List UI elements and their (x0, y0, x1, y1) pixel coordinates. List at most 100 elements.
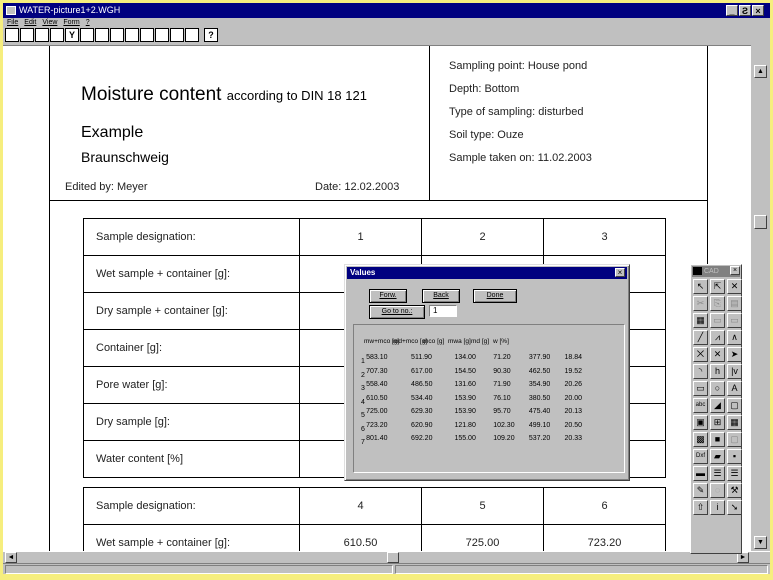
zoom-out-icon[interactable] (110, 28, 124, 42)
folder-icon[interactable]: ▰ (710, 449, 725, 464)
window-icon[interactable] (125, 28, 139, 42)
grid-table-icon[interactable]: ⊞ (710, 415, 725, 430)
table-cell[interactable]: 725.00 (421, 524, 544, 551)
save-icon[interactable] (35, 28, 49, 42)
menu-help[interactable]: ? (86, 18, 90, 28)
preview-icon[interactable] (80, 28, 94, 42)
table-icon[interactable]: ▦ (727, 415, 742, 430)
scroll-left-button[interactable]: ◄ (5, 552, 17, 563)
edited-by: Edited by: Meyer (65, 181, 148, 193)
bar-mid-icon[interactable]: ☰ (710, 466, 725, 481)
tools-icon[interactable] (185, 28, 199, 42)
table-cell[interactable]: 4 (299, 487, 422, 525)
info-icon[interactable]: i (710, 500, 725, 515)
hammer-icon[interactable]: ⚒ (727, 483, 742, 498)
row-number: 7 (361, 439, 365, 446)
goto-number-input[interactable]: 1 (429, 305, 457, 317)
circle-icon[interactable]: ○ (710, 381, 725, 396)
arc-icon[interactable]: ◝ (693, 364, 708, 379)
table-cell[interactable]: 6 (543, 487, 666, 525)
vertical-scroll-thumb[interactable] (754, 215, 767, 229)
menu-edit[interactable]: Edit (24, 18, 36, 28)
frame-icon[interactable]: ▢ (727, 398, 742, 413)
disabled-icon[interactable]: ▢ (727, 432, 742, 447)
cut-icon[interactable]: ✂ (693, 296, 708, 311)
done-button[interactable]: Done (473, 289, 517, 303)
dxf-icon[interactable]: Dxf (693, 449, 708, 464)
values-dialog: Values × Forw. Back Done Go to no.: 1 mw… (344, 264, 630, 481)
layer-icon[interactable]: ▦ (693, 313, 708, 328)
close-button[interactable]: × (752, 5, 764, 16)
menu-view[interactable]: View (42, 18, 57, 28)
table-cell[interactable]: 3 (543, 218, 666, 256)
status-segment-1 (5, 565, 393, 574)
disabled-shape-icon[interactable]: ◌ (710, 483, 725, 498)
up-icon[interactable]: ⇧ (693, 500, 708, 515)
cross-red-icon[interactable]: ✕ (710, 347, 725, 362)
back-button[interactable]: Back (422, 289, 460, 303)
horizontal-scroll-thumb[interactable] (387, 552, 399, 563)
layer-copy-icon[interactable]: ▭ (710, 313, 725, 328)
help-icon[interactable]: ? (204, 28, 218, 42)
value-cell: 486.50 (411, 381, 433, 388)
curve-icon[interactable]: ∧ (727, 330, 742, 345)
horizontal-scrollbar[interactable]: ◄ ► (3, 551, 770, 563)
delete-icon[interactable]: ✕ (727, 279, 742, 294)
copy-icon[interactable]: ⎘ (710, 296, 725, 311)
menu-form[interactable]: Form (63, 18, 79, 28)
pointer-icon[interactable]: ➘ (727, 500, 742, 515)
zoom-in-icon[interactable] (95, 28, 109, 42)
open-icon[interactable] (20, 28, 34, 42)
dialog-title[interactable]: Values (347, 267, 627, 279)
bar-left-icon[interactable]: ▬ (693, 466, 708, 481)
value-cell: 134.00 (454, 354, 476, 361)
forward-button[interactable]: Forw. (369, 289, 407, 303)
color-icon[interactable]: ▩ (693, 432, 708, 447)
table-cell[interactable]: 2 (421, 218, 544, 256)
row-label: Dry sample + container [g]: (83, 292, 300, 330)
goto-button[interactable]: Go to no.: (369, 305, 425, 319)
scroll-up-button[interactable]: ▲ (754, 65, 767, 78)
paste-icon[interactable]: ▤ (727, 296, 742, 311)
floppy-icon[interactable]: ▪ (727, 449, 742, 464)
grid-icon[interactable] (170, 28, 184, 42)
chart-icon[interactable]: ◢ (710, 398, 725, 413)
image-icon[interactable]: ▣ (693, 415, 708, 430)
cursor-icon[interactable] (140, 28, 154, 42)
stop-icon[interactable]: ■ (710, 432, 725, 447)
cross-line-icon[interactable]: ⨉ (693, 347, 708, 362)
value-cell: 620.90 (411, 421, 433, 429)
maximize-button[interactable]: Ƨ (739, 5, 751, 16)
print-icon[interactable] (50, 28, 64, 42)
vertical-dimension-icon[interactable]: |v (727, 364, 742, 379)
table-cell[interactable]: 1 (299, 218, 422, 256)
value-cell: 558.40 (366, 381, 388, 388)
minimize-button[interactable]: _ (726, 5, 738, 16)
cad-close-button[interactable]: × (730, 266, 740, 275)
undo-icon[interactable] (155, 28, 169, 42)
move-icon[interactable]: ⇱ (710, 279, 725, 294)
menu-file[interactable]: File (7, 18, 18, 28)
dimension-icon[interactable]: h (710, 364, 725, 379)
sample-info-line: Sampling point: House pond (449, 60, 588, 72)
filter-icon[interactable]: Y (65, 28, 79, 42)
table-cell[interactable]: 723.20 (543, 524, 666, 551)
rectangle-icon[interactable]: ▭ (693, 381, 708, 396)
layer-paste-icon[interactable]: ▭ (727, 313, 742, 328)
table-cell[interactable]: 5 (421, 487, 544, 525)
vertical-scrollbar[interactable]: ▲ ▼ (751, 45, 770, 551)
text-icon[interactable]: A (727, 381, 742, 396)
polyline-icon[interactable]: ⩘ (710, 330, 725, 345)
line-icon[interactable]: ╱ (693, 330, 708, 345)
select-icon[interactable]: ↖ (693, 279, 708, 294)
dialog-close-button[interactable]: × (615, 268, 625, 277)
abc-icon[interactable]: abc (693, 398, 708, 413)
new-icon[interactable] (5, 28, 19, 42)
pen-icon[interactable]: ✎ (693, 483, 708, 498)
title-bar[interactable]: WATER-picture1+2.WGH _ Ƨ × (3, 3, 770, 18)
date-label: Date: 12.02.2003 (315, 181, 400, 193)
arrow-icon[interactable]: ➤ (727, 347, 742, 362)
bar-right-icon[interactable]: ☰ (727, 466, 742, 481)
table-cell[interactable]: 610.50 (299, 524, 422, 551)
scroll-down-button[interactable]: ▼ (754, 536, 767, 549)
